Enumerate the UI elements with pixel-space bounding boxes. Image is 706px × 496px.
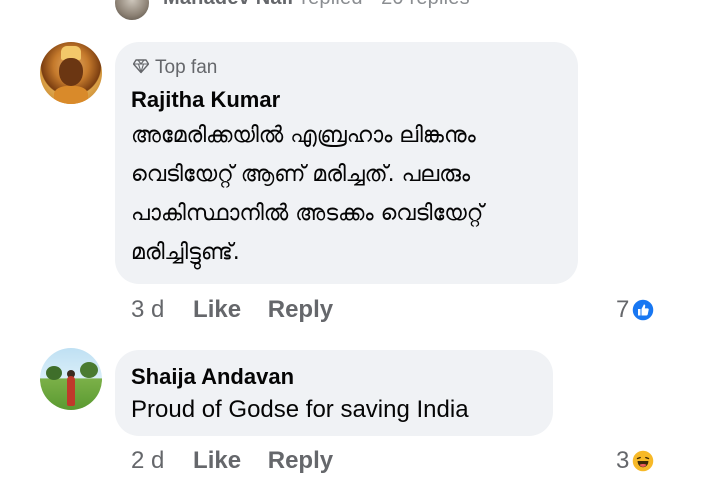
avatar-garland — [54, 86, 88, 104]
like-icon — [631, 298, 656, 322]
avatar-face — [59, 58, 83, 86]
comment-actions: 2 d Like Reply — [131, 447, 353, 475]
previous-reply-author: Mahadev Nair — [163, 0, 295, 9]
avatar-person — [67, 376, 75, 406]
comment-text: Proud of Godse for saving India — [131, 396, 469, 423]
comment-text-line: പാകിസ്ഥാനിൽ അടക്കം വെടിയേറ്റ് — [131, 201, 484, 226]
previous-reply-count: 20 replies — [381, 0, 470, 9]
avatar-tree — [46, 366, 62, 380]
avatar[interactable] — [40, 348, 102, 410]
comment-author[interactable]: Rajitha Kumar — [131, 87, 280, 113]
comment-text: അമേരിക്കയിൽ എബ്രഹാം ലിങ്കനും വെടിയേറ്റ് … — [131, 116, 561, 272]
haha-icon — [631, 449, 656, 473]
comment-timestamp[interactable]: 2 d — [131, 447, 164, 474]
comment-actions: 3 d Like Reply — [131, 296, 353, 324]
reply-button[interactable]: Reply — [268, 296, 333, 323]
avatar[interactable] — [115, 0, 149, 20]
comment-text-line: വെടിയേറ്റ് ആണ് മരിച്ചത്. പലരും — [131, 162, 471, 187]
reaction-summary[interactable]: 7 — [616, 296, 656, 324]
comment-text-line: അമേരിക്കയിൽ എബ്രഹാം ലിങ്കനും — [131, 123, 476, 148]
previous-reply-separator: · — [368, 0, 381, 9]
comment-author[interactable]: Shaija Andavan — [131, 364, 294, 390]
comment-text-line: മരിച്ചിട്ടുണ്ട്. — [131, 240, 240, 265]
previous-reply-action: replied — [301, 0, 362, 9]
comments-thread: Mahadev Nair replied · 20 replies Top fa… — [0, 0, 706, 496]
reaction-summary[interactable]: 3 — [616, 447, 656, 475]
previous-reply-text[interactable]: Mahadev Nair replied · 20 replies — [163, 0, 470, 10]
like-button[interactable]: Like — [193, 447, 241, 474]
avatar[interactable] — [40, 42, 102, 104]
diamond-icon — [133, 59, 149, 74]
reaction-count: 3 — [616, 447, 630, 474]
reply-button[interactable]: Reply — [268, 447, 333, 474]
reaction-count: 7 — [616, 296, 630, 323]
avatar-tree — [80, 362, 98, 378]
top-fan-badge: Top fan — [133, 57, 217, 79]
comment-timestamp[interactable]: 3 d — [131, 296, 164, 323]
previous-reply-row[interactable]: Mahadev Nair replied · 20 replies — [0, 0, 706, 20]
top-fan-label: Top fan — [155, 57, 218, 78]
like-button[interactable]: Like — [193, 296, 241, 323]
